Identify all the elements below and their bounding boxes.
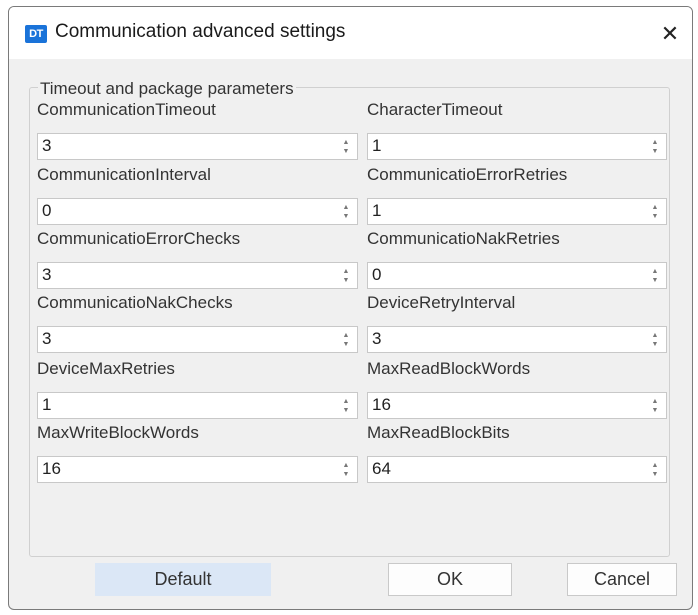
spin-arrows: ▲ ▼	[341, 460, 351, 480]
spin-arrows: ▲ ▼	[650, 396, 660, 416]
spin-down-icon[interactable]: ▼	[652, 276, 659, 285]
spin-down-icon[interactable]: ▼	[652, 470, 659, 479]
character-timeout-spinbox[interactable]: 1 ▲ ▼	[367, 133, 667, 160]
spin-up-icon[interactable]: ▲	[652, 267, 659, 276]
spin-up-icon[interactable]: ▲	[652, 203, 659, 212]
app-logo-icon: DT	[25, 25, 47, 43]
communicatio-nak-retries-spinbox[interactable]: 0 ▲ ▼	[367, 262, 667, 289]
spin-arrows: ▲ ▼	[341, 202, 351, 222]
communicatio-error-retries-label: CommunicatioErrorRetries	[367, 165, 568, 184]
spin-down-icon[interactable]: ▼	[652, 406, 659, 415]
spin-arrows: ▲ ▼	[650, 202, 660, 222]
communicatio-error-checks-value: 3	[42, 265, 52, 284]
max-read-block-bits-label: MaxReadBlockBits	[367, 423, 510, 442]
spin-arrows: ▲ ▼	[341, 266, 351, 286]
max-read-block-bits-spinbox[interactable]: 64 ▲ ▼	[367, 456, 667, 483]
spin-down-icon[interactable]: ▼	[343, 212, 350, 221]
close-button[interactable]: ✕	[656, 21, 684, 47]
spin-down-icon[interactable]: ▼	[652, 212, 659, 221]
spin-up-icon[interactable]: ▲	[652, 461, 659, 470]
max-read-block-bits-value: 64	[372, 459, 391, 478]
communication-settings-dialog: DT Communication advanced settings ✕ Tim…	[8, 6, 693, 610]
communication-interval-label: CommunicationInterval	[37, 165, 211, 184]
character-timeout-label: CharacterTimeout	[367, 100, 503, 119]
communication-interval-value: 0	[42, 201, 52, 220]
spin-up-icon[interactable]: ▲	[343, 138, 350, 147]
communication-timeout-spinbox[interactable]: 3 ▲ ▼	[37, 133, 358, 160]
spin-arrows: ▲ ▼	[650, 460, 660, 480]
spin-arrows: ▲ ▼	[650, 330, 660, 350]
max-write-block-words-label: MaxWriteBlockWords	[37, 423, 199, 442]
title-bar: DT Communication advanced settings ✕	[9, 7, 692, 59]
spin-down-icon[interactable]: ▼	[343, 276, 350, 285]
spin-down-icon[interactable]: ▼	[652, 340, 659, 349]
window-title: Communication advanced settings	[55, 21, 346, 42]
cancel-button[interactable]: Cancel	[567, 563, 677, 596]
communicatio-nak-checks-label: CommunicatioNakChecks	[37, 293, 233, 312]
max-write-block-words-value: 16	[42, 459, 61, 478]
spin-down-icon[interactable]: ▼	[343, 470, 350, 479]
spin-down-icon[interactable]: ▼	[343, 406, 350, 415]
spin-arrows: ▲ ▼	[650, 137, 660, 157]
character-timeout-value: 1	[372, 136, 382, 155]
spin-arrows: ▲ ▼	[341, 396, 351, 416]
spin-up-icon[interactable]: ▲	[343, 267, 350, 276]
ok-button[interactable]: OK	[388, 563, 512, 596]
device-retry-interval-label: DeviceRetryInterval	[367, 293, 516, 312]
spin-up-icon[interactable]: ▲	[652, 138, 659, 147]
spin-down-icon[interactable]: ▼	[652, 147, 659, 156]
communicatio-error-checks-spinbox[interactable]: 3 ▲ ▼	[37, 262, 358, 289]
communicatio-nak-retries-value: 0	[372, 265, 382, 284]
spin-arrows: ▲ ▼	[341, 137, 351, 157]
device-max-retries-label: DeviceMaxRetries	[37, 359, 175, 378]
device-retry-interval-spinbox[interactable]: 3 ▲ ▼	[367, 326, 667, 353]
spin-down-icon[interactable]: ▼	[343, 147, 350, 156]
max-read-block-words-spinbox[interactable]: 16 ▲ ▼	[367, 392, 667, 419]
communicatio-error-checks-label: CommunicatioErrorChecks	[37, 229, 241, 248]
communicatio-nak-checks-spinbox[interactable]: 3 ▲ ▼	[37, 326, 358, 353]
device-max-retries-spinbox[interactable]: 1 ▲ ▼	[37, 392, 358, 419]
communication-interval-spinbox[interactable]: 0 ▲ ▼	[37, 198, 358, 225]
max-write-block-words-spinbox[interactable]: 16 ▲ ▼	[37, 456, 358, 483]
close-icon: ✕	[660, 21, 680, 46]
communication-timeout-label: CommunicationTimeout	[37, 100, 216, 119]
device-retry-interval-value: 3	[372, 329, 382, 348]
default-button[interactable]: Default	[95, 563, 271, 596]
spin-arrows: ▲ ▼	[341, 330, 351, 350]
max-read-block-words-value: 16	[372, 395, 391, 414]
spin-arrows: ▲ ▼	[650, 266, 660, 286]
communicatio-nak-checks-value: 3	[42, 329, 52, 348]
spin-down-icon[interactable]: ▼	[343, 340, 350, 349]
spin-up-icon[interactable]: ▲	[652, 397, 659, 406]
communicatio-nak-retries-label: CommunicatioNakRetries	[367, 229, 560, 248]
max-read-block-words-label: MaxReadBlockWords	[367, 359, 531, 378]
communicatio-error-retries-spinbox[interactable]: 1 ▲ ▼	[367, 198, 667, 225]
communication-timeout-value: 3	[42, 136, 52, 155]
spin-up-icon[interactable]: ▲	[652, 331, 659, 340]
spin-up-icon[interactable]: ▲	[343, 203, 350, 212]
spin-up-icon[interactable]: ▲	[343, 461, 350, 470]
spin-up-icon[interactable]: ▲	[343, 331, 350, 340]
communicatio-error-retries-value: 1	[372, 201, 382, 220]
device-max-retries-value: 1	[42, 395, 52, 414]
group-title: Timeout and package parameters	[38, 79, 296, 99]
spin-up-icon[interactable]: ▲	[343, 397, 350, 406]
